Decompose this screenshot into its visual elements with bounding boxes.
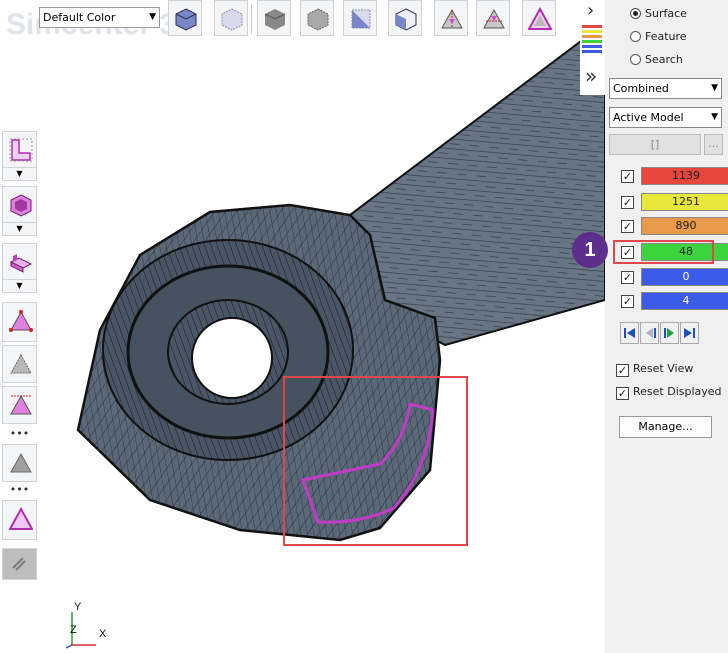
step-forward-icon: [664, 328, 674, 338]
next-button[interactable]: [660, 322, 679, 344]
layer-checkbox[interactable]: ✓: [621, 196, 634, 209]
graphics-viewport[interactable]: Simcenter 3: [0, 0, 605, 653]
block-button[interactable]: [2, 243, 37, 280]
cube-wireframe-icon: [221, 8, 243, 31]
cube-hidden-icon: [307, 8, 329, 31]
cube-shaded-icon: [175, 8, 197, 31]
cube-select-icon: [10, 194, 32, 217]
radio-feature[interactable]: Feature: [630, 30, 687, 43]
last-button[interactable]: [680, 322, 699, 344]
layer-color-legend-icon: [582, 25, 602, 53]
layer-checkbox[interactable]: ✓: [621, 295, 634, 308]
radio-label: Surface: [645, 7, 687, 20]
split-triangle-button[interactable]: [434, 0, 468, 36]
reset-view-label: Reset View: [633, 362, 694, 375]
l-shape-button[interactable]: [2, 131, 37, 168]
cube-solid-icon: [264, 9, 286, 30]
chevron-down-icon[interactable]: ▼: [2, 168, 37, 181]
triangle-magenta-button[interactable]: [2, 500, 37, 540]
chevron-down-icon: ▼: [149, 12, 156, 22]
manage-button[interactable]: Manage...: [619, 416, 712, 438]
chevron-right-icon[interactable]: ›: [587, 0, 594, 21]
layer-swatch[interactable]: 1139: [641, 167, 728, 185]
layer-checkbox[interactable]: ✓: [621, 220, 634, 233]
triangle-grey-button[interactable]: [2, 345, 37, 383]
triangle-plain-button[interactable]: [2, 444, 37, 482]
axis-z-label: Z: [70, 624, 77, 636]
solid-view-button[interactable]: [257, 0, 291, 36]
more-icon[interactable]: •••: [2, 428, 37, 441]
cube-outline-icon: [395, 8, 417, 31]
callout-highlight: [613, 240, 714, 264]
link-icon: [12, 557, 26, 571]
radio-label: Search: [645, 53, 683, 66]
shaded-view-button[interactable]: [168, 0, 202, 36]
step-back-icon: [646, 328, 656, 338]
checkbox-checked-icon: ✓: [616, 387, 629, 400]
highlight-box: [283, 376, 468, 546]
double-chevron-right-icon[interactable]: »: [585, 64, 597, 88]
layer-swatch[interactable]: 4: [641, 292, 728, 310]
reset-displayed-checkbox[interactable]: ✓ Reset Displayed: [616, 385, 722, 400]
previous-button[interactable]: [640, 322, 659, 344]
mesh-model[interactable]: [0, 0, 605, 653]
axis-x-label: X: [99, 628, 107, 640]
chevron-down-icon: ▼: [711, 83, 718, 93]
skip-first-icon: [624, 328, 635, 338]
combined-select[interactable]: Combined ▼: [609, 78, 722, 99]
cube-select-button[interactable]: [2, 186, 37, 223]
radio-surface[interactable]: Surface: [630, 7, 687, 20]
chevron-down-icon: ▼: [711, 112, 718, 122]
triangle-cut-icon: [483, 8, 505, 29]
triangle-vertex-button[interactable]: [2, 386, 37, 424]
first-button[interactable]: [620, 322, 639, 344]
radio-selected-icon: [630, 8, 641, 19]
edges-view-button[interactable]: [343, 0, 377, 36]
panel-collapse-strip: › »: [580, 0, 605, 95]
hidden-view-button[interactable]: [300, 0, 334, 36]
skip-last-icon: [684, 328, 695, 338]
shape-triangle-button[interactable]: [522, 0, 556, 36]
browse-button[interactable]: ...: [704, 134, 723, 155]
cut-triangle-button[interactable]: [476, 0, 510, 36]
cube-edges-icon: [351, 9, 371, 29]
link-button[interactable]: [2, 548, 37, 580]
combined-select-value: Combined: [613, 82, 669, 95]
triangle-plain-icon: [10, 452, 32, 473]
chevron-down-icon[interactable]: ▼: [2, 223, 37, 236]
triangle-split-icon: [441, 8, 463, 29]
radio-label: Feature: [645, 30, 687, 43]
layer-swatch[interactable]: 890: [641, 217, 728, 235]
color-mode-value: Default Color: [43, 11, 116, 24]
color-mode-select[interactable]: Default Color ▼: [39, 7, 160, 28]
model-select[interactable]: Active Model ▼: [609, 107, 722, 128]
block-icon: [9, 254, 33, 273]
callout-number: 1: [572, 232, 608, 268]
triangle-node-button[interactable]: [2, 302, 37, 342]
triangle-magenta-icon: [9, 507, 33, 530]
axis-y-label: Y: [74, 601, 82, 613]
bracket-button[interactable]: []: [609, 134, 701, 155]
radio-search[interactable]: Search: [630, 53, 683, 66]
checkbox-checked-icon: ✓: [616, 364, 629, 377]
layer-checkbox[interactable]: ✓: [621, 170, 634, 183]
reset-displayed-label: Reset Displayed: [633, 385, 722, 398]
triangle-shape-icon: [528, 7, 552, 30]
reset-view-checkbox[interactable]: ✓ Reset View: [616, 362, 693, 377]
triangle-node-icon: [9, 310, 33, 332]
model-select-value: Active Model: [613, 111, 684, 124]
triangle-vertex-icon: [10, 394, 32, 415]
more-icon[interactable]: •••: [2, 484, 37, 497]
chevron-down-icon[interactable]: ▼: [2, 280, 37, 293]
layer-swatch[interactable]: 1251: [641, 193, 728, 211]
triangle-grey-icon: [10, 353, 32, 374]
layer-swatch[interactable]: 0: [641, 268, 728, 286]
toolbar-separator: [251, 4, 252, 34]
radio-icon: [630, 54, 641, 65]
l-shape-icon: [9, 138, 33, 162]
outline-view-button[interactable]: [388, 0, 422, 36]
radio-icon: [630, 31, 641, 42]
wireframe-view-button[interactable]: [214, 0, 248, 36]
layer-checkbox[interactable]: ✓: [621, 271, 634, 284]
